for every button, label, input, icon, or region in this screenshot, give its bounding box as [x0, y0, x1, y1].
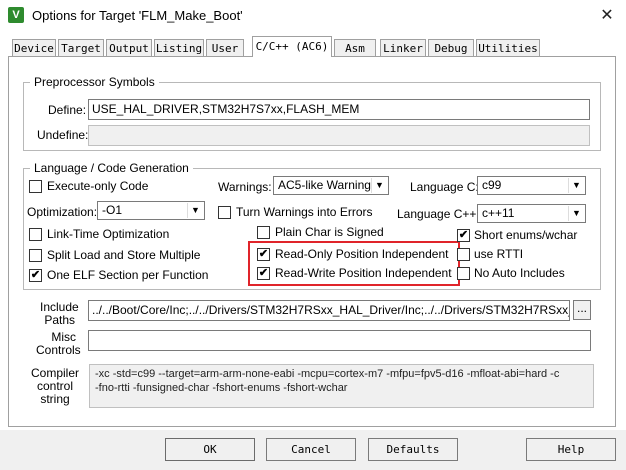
- define-input[interactable]: USE_HAL_DRIVER,STM32H7S7xx,FLASH_MEM: [88, 99, 590, 120]
- optimization-select[interactable]: -O1 ▼: [97, 201, 205, 220]
- one-elf-checkbox[interactable]: ✔: [29, 269, 42, 282]
- compiler-string-line1: -xc -std=c99 --target=arm-arm-none-eabi …: [95, 368, 560, 380]
- no-auto-includes-label: No Auto Includes: [474, 266, 565, 280]
- tab-debug[interactable]: Debug: [428, 39, 474, 56]
- ropi-checkbox[interactable]: ✔: [257, 248, 270, 261]
- short-enums-label: Short enums/wchar: [474, 228, 578, 242]
- tab-cpp-ac6[interactable]: C/C++ (AC6): [252, 36, 332, 57]
- undefine-label: Undefine:: [37, 128, 89, 142]
- compiler-label-line1: Compiler: [30, 366, 79, 380]
- cancel-button[interactable]: Cancel: [266, 438, 356, 461]
- chevron-down-icon[interactable]: ▼: [371, 178, 387, 193]
- language-cpp-label: Language C++:: [397, 207, 480, 221]
- one-elf-label: One ELF Section per Function: [47, 268, 209, 282]
- chevron-down-icon[interactable]: ▼: [568, 206, 584, 221]
- ok-button[interactable]: OK: [165, 438, 255, 461]
- plain-char-label: Plain Char is Signed: [275, 225, 384, 239]
- language-c-value: c99: [482, 178, 502, 192]
- language-cpp-select[interactable]: c++11 ▼: [477, 204, 586, 223]
- turn-warnings-label: Turn Warnings into Errors: [236, 205, 373, 219]
- include-paths-input[interactable]: ../../Boot/Core/Inc;../../Drivers/STM32H…: [88, 300, 570, 321]
- use-rtti-label: use RTTI: [474, 247, 524, 261]
- tab-utilities[interactable]: Utilities: [476, 39, 540, 56]
- use-rtti-checkbox[interactable]: [457, 248, 470, 261]
- defaults-button[interactable]: Defaults: [368, 438, 458, 461]
- misc-label-line2: Controls: [36, 343, 81, 357]
- close-icon[interactable]: ✕: [594, 4, 620, 28]
- split-load-checkbox[interactable]: [29, 249, 42, 262]
- execute-only-label: Execute-only Code: [47, 179, 149, 193]
- ropi-label: Read-Only Position Independent: [275, 247, 449, 261]
- warnings-select[interactable]: AC5-like Warnings ▼: [273, 176, 389, 195]
- no-auto-includes-checkbox[interactable]: [457, 267, 470, 280]
- tab-target[interactable]: Target: [58, 39, 104, 56]
- include-label-line2: Paths: [44, 313, 75, 327]
- include-browse-button[interactable]: ...: [573, 300, 591, 320]
- tab-device[interactable]: Device: [12, 39, 56, 56]
- chevron-down-icon[interactable]: ▼: [568, 178, 584, 193]
- undefine-input[interactable]: [88, 125, 590, 146]
- execute-only-checkbox[interactable]: [29, 180, 42, 193]
- turn-warnings-checkbox[interactable]: [218, 206, 231, 219]
- language-cpp-value: c++11: [482, 206, 515, 220]
- tab-user[interactable]: User: [206, 39, 244, 56]
- language-group-title: Language / Code Generation: [30, 161, 193, 175]
- compiler-string-line2: -fno-rtti -funsigned-char -fshort-enums …: [95, 382, 348, 394]
- short-enums-checkbox[interactable]: ✔: [457, 229, 470, 242]
- language-c-label: Language C:: [410, 180, 479, 194]
- window-title: Options for Target 'FLM_Make_Boot': [32, 8, 243, 23]
- plain-char-checkbox[interactable]: [257, 226, 270, 239]
- chevron-down-icon[interactable]: ▼: [187, 203, 203, 218]
- language-c-select[interactable]: c99 ▼: [477, 176, 586, 195]
- optimization-value: -O1: [102, 203, 123, 217]
- preprocessor-group-title: Preprocessor Symbols: [30, 75, 159, 89]
- tab-listing[interactable]: Listing: [154, 39, 204, 56]
- compiler-label-line3: string: [40, 392, 70, 406]
- keil-logo-icon: V: [8, 7, 24, 23]
- tab-asm[interactable]: Asm: [334, 39, 376, 56]
- lto-label: Link-Time Optimization: [47, 227, 170, 241]
- define-label: Define:: [48, 103, 87, 117]
- warnings-value: AC5-like Warnings: [278, 178, 377, 192]
- misc-controls-input[interactable]: [88, 330, 591, 351]
- compiler-control-string[interactable]: -xc -std=c99 --target=arm-arm-none-eabi …: [89, 364, 594, 408]
- tab-output[interactable]: Output: [106, 39, 152, 56]
- misc-label-line1: Misc: [51, 330, 76, 344]
- lto-checkbox[interactable]: [29, 228, 42, 241]
- rwpi-label: Read-Write Position Independent: [275, 266, 452, 280]
- tab-linker[interactable]: Linker: [380, 39, 426, 56]
- split-load-label: Split Load and Store Multiple: [47, 248, 201, 262]
- include-label-line1: Include: [40, 300, 79, 314]
- compiler-label-line2: control: [36, 379, 74, 393]
- rwpi-checkbox[interactable]: ✔: [257, 267, 270, 280]
- warnings-label: Warnings:: [218, 180, 272, 194]
- help-button[interactable]: Help: [526, 438, 616, 461]
- optimization-label: Optimization:: [27, 205, 98, 219]
